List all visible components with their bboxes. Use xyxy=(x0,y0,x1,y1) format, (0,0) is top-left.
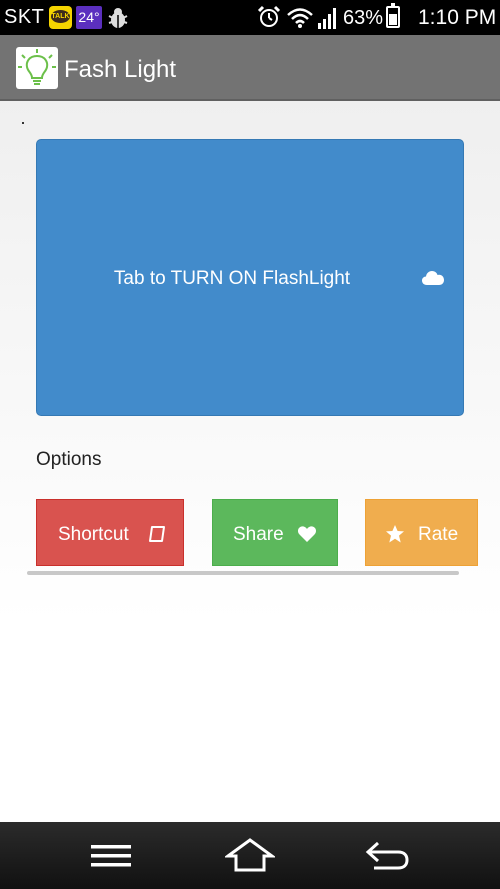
battery-fill xyxy=(389,13,397,25)
battery-percent: 63% xyxy=(343,7,384,29)
shortcut-icon xyxy=(149,526,165,542)
flashlight-button-label: Tab to TURN ON FlashLight xyxy=(113,268,351,289)
alarm-icon xyxy=(257,5,281,27)
clock: 1:10 PM xyxy=(418,6,497,29)
turn-on-flashlight-button[interactable]: Tab to TURN ON FlashLight xyxy=(36,139,464,416)
back-icon[interactable] xyxy=(364,839,410,873)
kakaotalk-icon: TALK xyxy=(49,6,72,29)
signal-icon xyxy=(318,8,336,29)
home-icon[interactable] xyxy=(225,837,275,873)
action-bar: Fash Light xyxy=(0,35,500,101)
app-title: Fash Light xyxy=(64,56,177,83)
share-button[interactable]: Share xyxy=(212,499,338,566)
carrier-name: SKT xyxy=(4,6,45,28)
lightbulb-icon-graphic xyxy=(18,49,56,85)
share-label: Share xyxy=(233,524,284,545)
rate-label: Rate xyxy=(418,524,459,545)
battery-charging-icon xyxy=(386,3,400,28)
stray-dot xyxy=(22,122,24,124)
options-heading: Options xyxy=(36,449,102,470)
bug-icon xyxy=(108,8,128,28)
star-icon xyxy=(386,525,404,543)
cloud-icon xyxy=(422,271,444,285)
wifi-icon xyxy=(287,8,313,28)
menu-icon[interactable] xyxy=(91,842,131,870)
kakaotalk-icon-text: TALK xyxy=(51,10,70,23)
horizontal-scrollbar[interactable] xyxy=(27,571,459,575)
status-bar: SKT TALK 24° 63% 1:10 PM xyxy=(0,0,500,35)
navigation-bar xyxy=(0,822,500,889)
shortcut-label: Shortcut xyxy=(58,524,129,545)
temperature-badge: 24° xyxy=(76,6,102,29)
lightbulb-icon[interactable] xyxy=(16,47,58,89)
rate-button[interactable]: Rate xyxy=(365,499,478,566)
heart-icon xyxy=(297,526,317,542)
shortcut-button[interactable]: Shortcut xyxy=(36,499,184,566)
